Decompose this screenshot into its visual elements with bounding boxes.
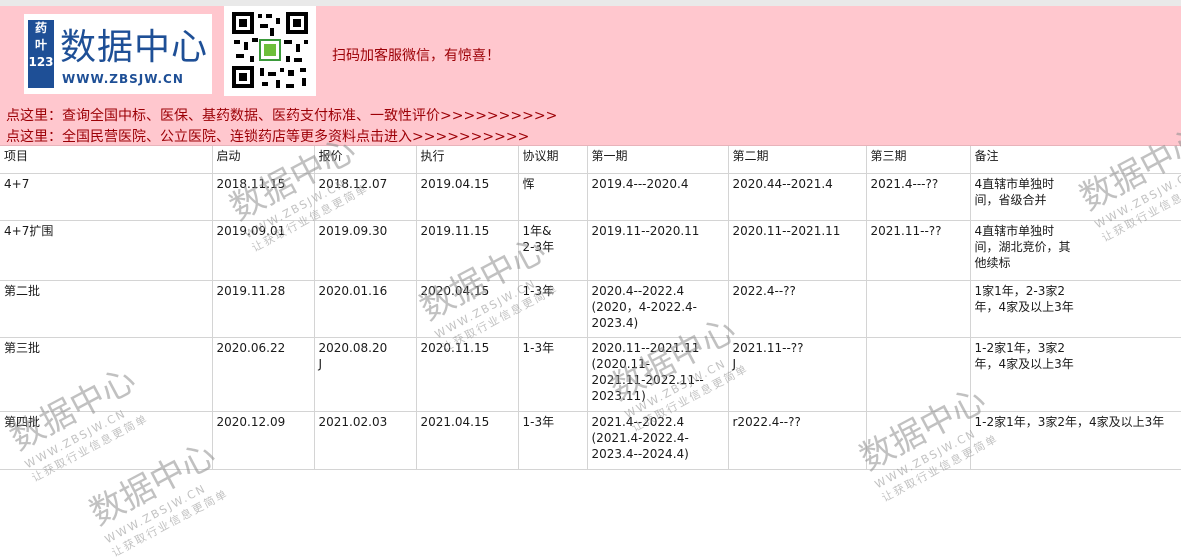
cell-project[interactable]: 第四批 xyxy=(0,411,213,470)
header-cell-project[interactable]: 项目 xyxy=(0,146,213,174)
cell-agreement-period[interactable]: 1-3年 xyxy=(518,411,588,470)
header-cell-phase-1[interactable]: 第一期 xyxy=(587,146,729,174)
cell-remarks[interactable]: 4直辖市单独时 间，湖北竞价，其 他续标 xyxy=(970,220,1181,281)
procurement-table: 项目 启动 报价 执行 协议期 第一期 第二期 第三期 备注 4+7 2018.11.15 2018.… xyxy=(0,146,1181,470)
logo-title: 数据中心 xyxy=(60,27,209,68)
cell-agreement-period[interactable]: 1-3年 xyxy=(518,280,588,338)
cell-start[interactable]: 2020.12.09 xyxy=(212,411,315,470)
cell-phase-2[interactable]: 2020.11--2021.11 xyxy=(728,220,867,281)
logo-url: WWW.ZBSJW.CN xyxy=(62,72,184,86)
cell-quote[interactable]: 2020.08.20 J xyxy=(314,337,417,412)
header-cell-remarks[interactable]: 备注 xyxy=(970,146,1181,174)
cell-remarks[interactable]: 1-2家1年，3家2年，4家及以上3年 xyxy=(970,411,1181,470)
cell-phase-1[interactable]: 2019.4---2020.4 xyxy=(587,173,729,221)
table-row: 第四批 2020.12.09 2021.02.03 2021.04.15 1-3年 202… xyxy=(0,411,1181,470)
qr-caption: 扫码加客服微信，有惊喜！ xyxy=(332,48,500,64)
cell-agreement-period[interactable]: 1-3年 xyxy=(518,337,588,412)
cell-phase-2[interactable]: r2022.4--?? xyxy=(728,411,867,470)
cell-execute[interactable]: 2020.04.15 xyxy=(416,280,519,338)
cell-phase-1[interactable]: 2019.11--2020.11 xyxy=(587,220,729,281)
cell-phase-1[interactable]: 2020.4--2022.4 (2020，4-2022.4- 2023.4) xyxy=(587,280,729,338)
header-cell-execute[interactable]: 执行 xyxy=(416,146,519,174)
logo[interactable]: 药 叶 123 数据中心 WWW.ZBSJW.CN xyxy=(24,14,212,94)
cell-execute[interactable]: 2019.04.15 xyxy=(416,173,519,221)
header-row: 项目 启动 报价 执行 协议期 第一期 第二期 第三期 备注 xyxy=(0,146,1181,174)
header-cell-phase-3[interactable]: 第三期 xyxy=(866,146,971,174)
table-row: 4+7扩围 2019.09.01 2019.09.30 2019.11.15 1年& 2… xyxy=(0,220,1181,281)
cell-remarks[interactable]: 1-2家1年，3家2 年，4家及以上3年 xyxy=(970,337,1181,412)
cell-start[interactable]: 2019.11.28 xyxy=(212,280,315,338)
cell-phase-2[interactable]: 2021.11--?? J xyxy=(728,337,867,412)
cell-quote[interactable]: 2021.02.03 xyxy=(314,411,417,470)
cell-execute[interactable]: 2021.04.15 xyxy=(416,411,519,470)
hospital-data-link[interactable]: 点这里：全国民营医院、公立医院、连锁药店等更多资料点击进入>>>>>>>>>> xyxy=(6,126,529,146)
cell-start[interactable]: 2018.11.15 xyxy=(212,173,315,221)
table-row: 第三批 2020.06.22 2020.08.20 J 2020.11.15 1-3年 2… xyxy=(0,337,1181,412)
watermark-url: WWW.ZBSJW.CN xyxy=(102,481,209,547)
promo-banner: 药 叶 123 数据中心 WWW.ZBSJW.CN 扫码加客服微信，有惊喜！ 点… xyxy=(0,6,1181,146)
cell-remarks[interactable]: 4直辖市单独时 间，省级合并 xyxy=(970,173,1181,221)
cell-phase-1[interactable]: 2021.4--2022.4 (2021.4-2022.4- 2023.4--2… xyxy=(587,411,729,470)
cell-phase-3[interactable]: 2021.4---?? xyxy=(866,173,971,221)
query-data-link[interactable]: 点这里：查询全国中标、医保、基药数据、医药支付标准、一致性评价>>>>>>>>>… xyxy=(6,105,557,125)
cell-quote[interactable]: 2020.01.16 xyxy=(314,280,417,338)
cell-phase-3[interactable] xyxy=(866,280,971,338)
cell-agreement-period[interactable]: 1年& 2-3年 xyxy=(518,220,588,281)
cell-phase-3[interactable] xyxy=(866,411,971,470)
cell-phase-3[interactable] xyxy=(866,337,971,412)
table-row: 4+7 2018.11.15 2018.12.07 2019.04.15 恽 2019.4… xyxy=(0,173,1181,221)
cell-agreement-period[interactable]: 恽 xyxy=(518,173,588,221)
header-cell-start[interactable]: 启动 xyxy=(212,146,315,174)
cell-quote[interactable]: 2018.12.07 xyxy=(314,173,417,221)
header-cell-agreement-period[interactable]: 协议期 xyxy=(518,146,588,174)
logo-mark-icon: 药 叶 123 xyxy=(28,20,54,88)
qr-code-icon xyxy=(224,6,316,96)
cell-phase-2[interactable]: 2020.44--2021.4 xyxy=(728,173,867,221)
cell-start[interactable]: 2019.09.01 xyxy=(212,220,315,281)
cell-project[interactable]: 4+7 xyxy=(0,173,213,221)
table-row: 第二批 2019.11.28 2020.01.16 2020.04.15 1-3年 202… xyxy=(0,280,1181,338)
cell-phase-3[interactable]: 2021.11--?? xyxy=(866,220,971,281)
cell-quote[interactable]: 2019.09.30 xyxy=(314,220,417,281)
cell-execute[interactable]: 2020.11.15 xyxy=(416,337,519,412)
cell-execute[interactable]: 2019.11.15 xyxy=(416,220,519,281)
watermark-slogan: 让获取行业信息更简单 xyxy=(109,486,231,560)
cell-remarks[interactable]: 1家1年，2-3家2 年，4家及以上3年 xyxy=(970,280,1181,338)
header-cell-quote[interactable]: 报价 xyxy=(314,146,417,174)
cell-project[interactable]: 4+7扩围 xyxy=(0,220,213,281)
cell-start[interactable]: 2020.06.22 xyxy=(212,337,315,412)
cell-project[interactable]: 第二批 xyxy=(0,280,213,338)
cell-project[interactable]: 第三批 xyxy=(0,337,213,412)
cell-phase-1[interactable]: 2020.11--2021.11 (2020.11- 2021.11-2022.… xyxy=(587,337,729,412)
cell-phase-2[interactable]: 2022.4--?? xyxy=(728,280,867,338)
header-cell-phase-2[interactable]: 第二期 xyxy=(728,146,867,174)
